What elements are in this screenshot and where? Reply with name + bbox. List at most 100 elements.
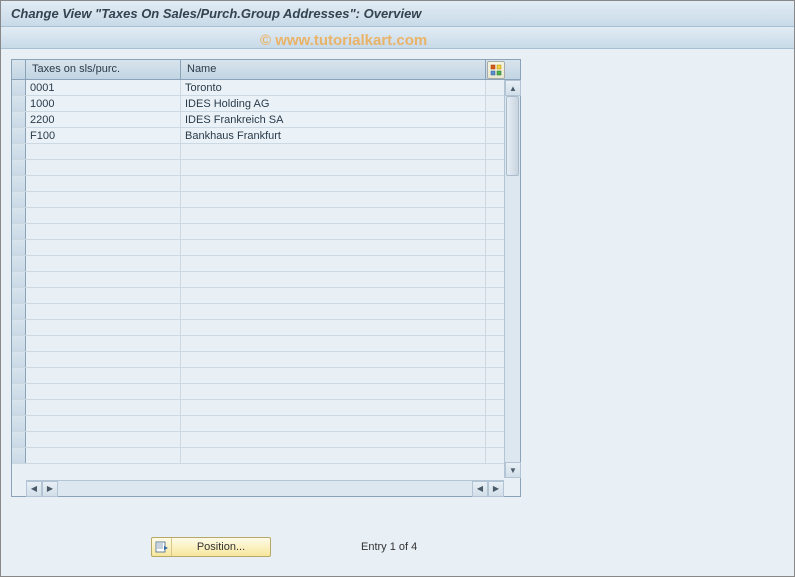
cell-name[interactable] xyxy=(181,352,486,367)
table-row[interactable]: 2200IDES Frankreich SA xyxy=(12,112,520,128)
cell-name[interactable] xyxy=(181,416,486,431)
row-selector[interactable] xyxy=(12,256,26,271)
cell-code[interactable] xyxy=(26,448,181,463)
cell-name[interactable] xyxy=(181,176,486,191)
cell-name[interactable] xyxy=(181,144,486,159)
cell-code[interactable] xyxy=(26,336,181,351)
cell-name[interactable]: IDES Holding AG xyxy=(181,96,486,111)
scroll-track-vertical[interactable] xyxy=(505,96,520,462)
cell-code[interactable] xyxy=(26,400,181,415)
table-row-empty xyxy=(12,304,520,320)
title-bar: Change View "Taxes On Sales/Purch.Group … xyxy=(1,1,794,27)
table-row-empty xyxy=(12,272,520,288)
table-row[interactable]: 1000IDES Holding AG xyxy=(12,96,520,112)
row-selector[interactable] xyxy=(12,304,26,319)
cell-name[interactable] xyxy=(181,240,486,255)
scroll-left-button[interactable]: ▶ xyxy=(42,481,58,497)
row-selector[interactable] xyxy=(12,400,26,415)
table-settings-button[interactable] xyxy=(487,61,505,79)
row-selector[interactable] xyxy=(12,352,26,367)
cell-code[interactable]: 2200 xyxy=(26,112,181,127)
cell-name[interactable] xyxy=(181,320,486,335)
table-row-empty xyxy=(12,320,520,336)
row-selector[interactable] xyxy=(12,160,26,175)
row-selector[interactable] xyxy=(12,368,26,383)
cell-name[interactable] xyxy=(181,384,486,399)
row-selector[interactable] xyxy=(12,272,26,287)
cell-name[interactable] xyxy=(181,368,486,383)
scroll-right-end-button[interactable]: ▶ xyxy=(488,481,504,497)
cell-code[interactable] xyxy=(26,288,181,303)
cell-code[interactable] xyxy=(26,176,181,191)
cell-name[interactable] xyxy=(181,336,486,351)
cell-code[interactable] xyxy=(26,240,181,255)
cell-name[interactable] xyxy=(181,304,486,319)
cell-name[interactable] xyxy=(181,208,486,223)
cell-code[interactable] xyxy=(26,320,181,335)
position-button[interactable]: Position... xyxy=(151,537,271,557)
cell-code[interactable] xyxy=(26,272,181,287)
row-selector[interactable] xyxy=(12,192,26,207)
scroll-thumb-vertical[interactable] xyxy=(506,96,519,176)
row-selector[interactable] xyxy=(12,448,26,463)
cell-name[interactable] xyxy=(181,288,486,303)
scroll-up-button[interactable]: ▲ xyxy=(505,80,521,96)
cell-code[interactable]: 1000 xyxy=(26,96,181,111)
row-selector[interactable] xyxy=(12,80,26,95)
row-selector[interactable] xyxy=(12,432,26,447)
cell-name[interactable] xyxy=(181,400,486,415)
cell-name[interactable] xyxy=(181,432,486,447)
cell-name[interactable]: Toronto xyxy=(181,80,486,95)
horizontal-scrollbar[interactable]: ◀ ▶ ◀ ▶ xyxy=(26,480,504,496)
cell-name[interactable] xyxy=(181,256,486,271)
entry-count-text: Entry 1 of 4 xyxy=(361,541,417,553)
cell-name[interactable] xyxy=(181,224,486,239)
row-selector[interactable] xyxy=(12,144,26,159)
row-selector[interactable] xyxy=(12,384,26,399)
cell-code[interactable] xyxy=(26,368,181,383)
cell-code[interactable] xyxy=(26,192,181,207)
row-selector[interactable] xyxy=(12,336,26,351)
column-header-name[interactable]: Name xyxy=(181,60,486,79)
row-selector[interactable] xyxy=(12,96,26,111)
cell-code[interactable] xyxy=(26,224,181,239)
row-selector[interactable] xyxy=(12,320,26,335)
cell-code[interactable] xyxy=(26,208,181,223)
scroll-right-button[interactable]: ◀ xyxy=(472,481,488,497)
row-selector[interactable] xyxy=(12,240,26,255)
vertical-scrollbar[interactable]: ▲ ▼ xyxy=(504,80,520,478)
cell-code[interactable] xyxy=(26,352,181,367)
row-selector[interactable] xyxy=(12,288,26,303)
cell-code[interactable] xyxy=(26,432,181,447)
table-row[interactable]: 0001Toronto xyxy=(12,80,520,96)
table-header-row: Taxes on sls/purc. Name xyxy=(12,60,520,80)
row-selector[interactable] xyxy=(12,112,26,127)
row-selector[interactable] xyxy=(12,416,26,431)
cell-code[interactable] xyxy=(26,256,181,271)
table-row-empty xyxy=(12,192,520,208)
cell-code[interactable] xyxy=(26,384,181,399)
cell-name[interactable] xyxy=(181,160,486,175)
cell-name[interactable]: Bankhaus Frankfurt xyxy=(181,128,486,143)
row-selector[interactable] xyxy=(12,224,26,239)
scroll-left-start-button[interactable]: ◀ xyxy=(26,481,42,497)
cell-name[interactable] xyxy=(181,192,486,207)
cell-code[interactable] xyxy=(26,416,181,431)
row-selector[interactable] xyxy=(12,176,26,191)
cell-code[interactable] xyxy=(26,144,181,159)
cell-name[interactable]: IDES Frankreich SA xyxy=(181,112,486,127)
cell-name[interactable] xyxy=(181,272,486,287)
cell-name[interactable] xyxy=(181,448,486,463)
cell-code[interactable] xyxy=(26,160,181,175)
row-selector[interactable] xyxy=(12,208,26,223)
row-selector-header[interactable] xyxy=(12,60,26,79)
cell-code[interactable]: F100 xyxy=(26,128,181,143)
column-header-code[interactable]: Taxes on sls/purc. xyxy=(26,60,181,79)
table-row[interactable]: F100Bankhaus Frankfurt xyxy=(12,128,520,144)
scroll-down-button[interactable]: ▼ xyxy=(505,462,521,478)
table-row-empty xyxy=(12,240,520,256)
table-settings-icon xyxy=(490,64,502,76)
row-selector[interactable] xyxy=(12,128,26,143)
cell-code[interactable] xyxy=(26,304,181,319)
cell-code[interactable]: 0001 xyxy=(26,80,181,95)
